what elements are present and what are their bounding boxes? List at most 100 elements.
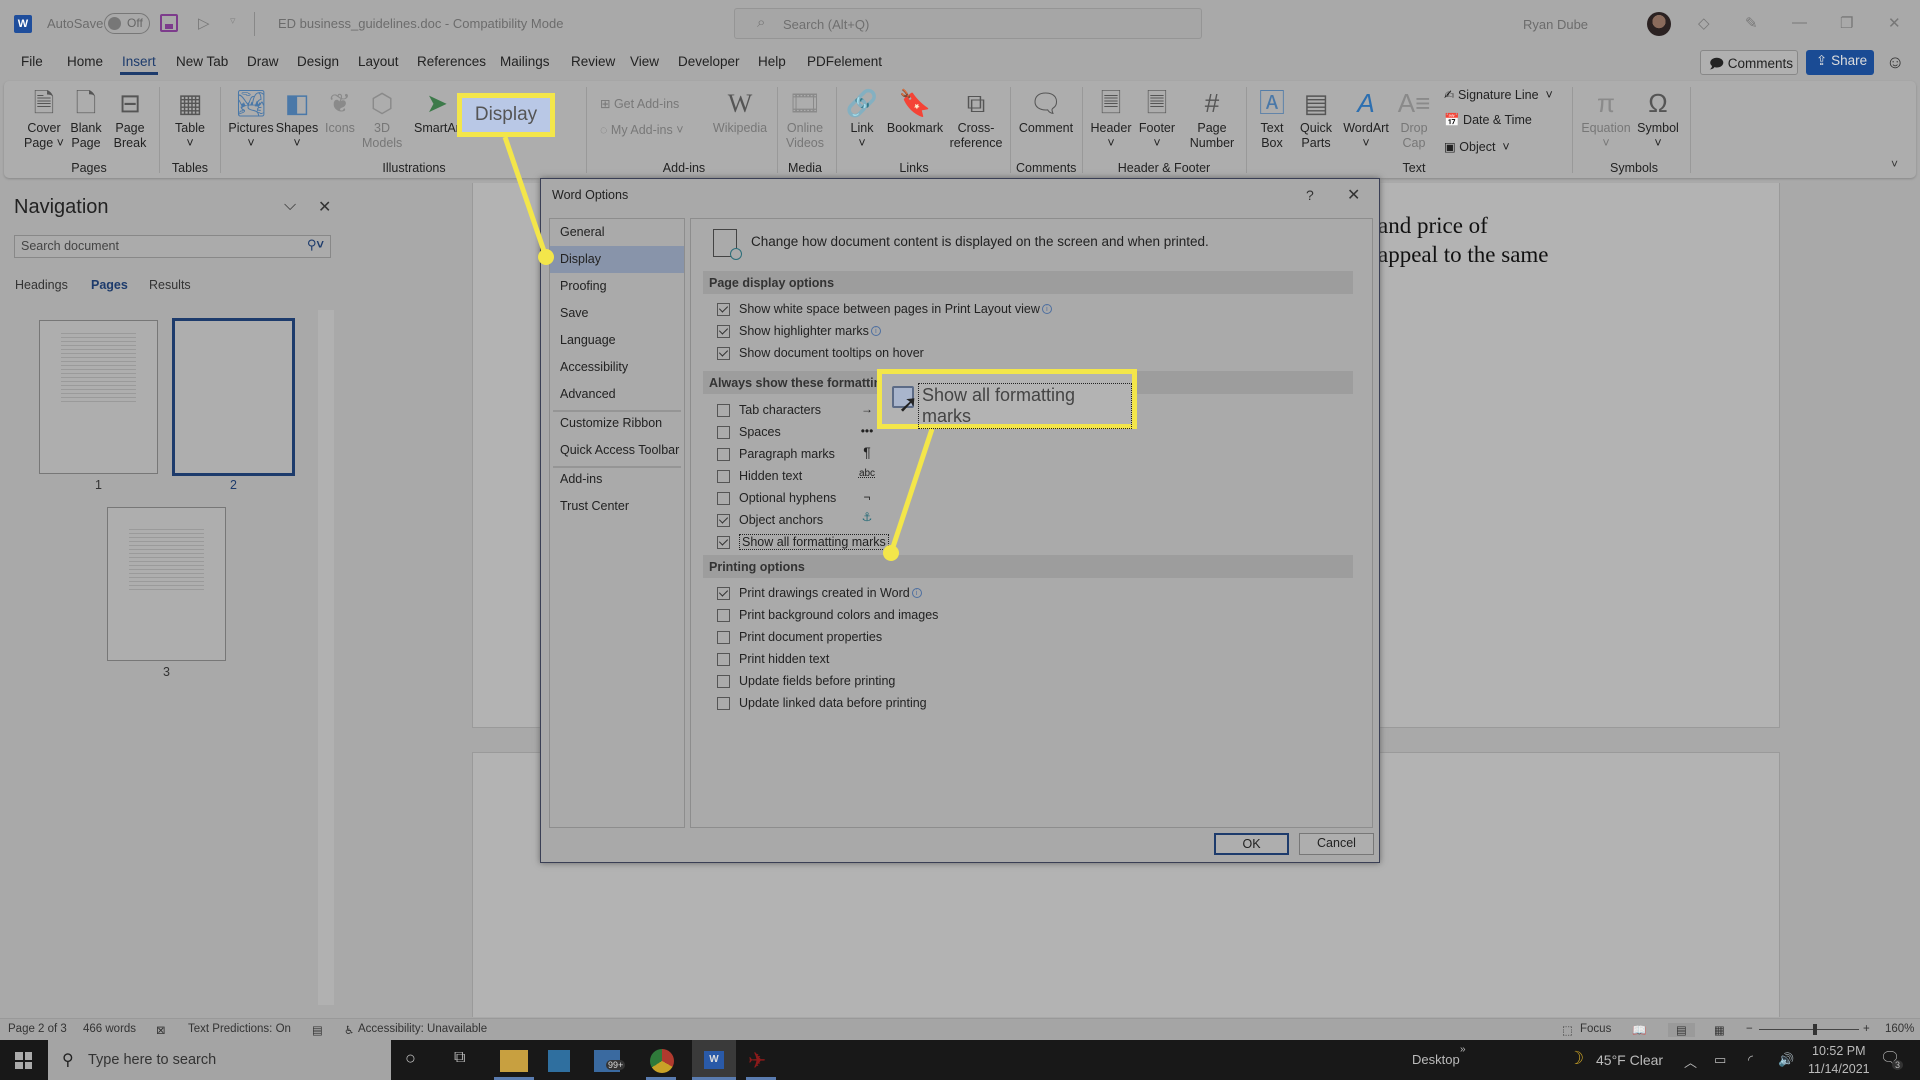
get-addins-button[interactable]: ⊞ Get Add-ins [600,96,679,111]
symbol-button[interactable]: Ω Symbol ˅ [1632,81,1684,151]
option-spaces[interactable]: Spaces [717,424,781,440]
file-explorer-icon[interactable] [500,1050,528,1072]
tab-home[interactable]: Home [67,54,103,69]
option-print-hidden-text[interactable]: Print hidden text [717,651,829,667]
blank-page-button[interactable]: 🗋 Blank Page [64,81,108,151]
zoom-slider[interactable] [1759,1029,1859,1030]
tab-developer[interactable]: Developer [678,54,740,69]
chrome-icon[interactable] [650,1049,674,1073]
comments-button[interactable]: 🗩 Comments [1700,50,1798,75]
print-layout-icon[interactable]: ▤ [1668,1023,1695,1037]
nav-tab-headings[interactable]: Headings [15,278,68,292]
checkbox[interactable] [717,302,730,316]
checkbox[interactable] [717,608,730,622]
web-layout-icon[interactable]: ▦ [1714,1023,1725,1037]
document-text[interactable]: and price of [1378,213,1488,239]
option-object-anchors[interactable]: Object anchors [717,512,823,528]
checkbox[interactable] [717,491,730,505]
tab-view[interactable]: View [630,54,659,69]
user-name[interactable]: Ryan Dube [1523,17,1588,32]
tab-file[interactable]: File [21,54,43,69]
checkbox[interactable] [717,425,730,439]
sidebar-item-general[interactable]: General [550,219,684,246]
tab-references[interactable]: References [417,54,486,69]
wikipedia-button[interactable]: W Wikipedia [710,81,770,136]
help-icon[interactable]: ? [1306,187,1314,203]
sidebar-item-save[interactable]: Save [550,300,684,327]
option-paragraph-marks[interactable]: Paragraph marks [717,446,835,462]
desktop-toolbar[interactable]: Desktop [1412,1052,1460,1067]
autosave-toggle[interactable]: Off [104,13,150,34]
checkbox[interactable] [717,652,730,666]
nav-tab-pages[interactable]: Pages [91,278,128,292]
link-button[interactable]: 🔗 Link ˅ [842,81,882,151]
sidebar-item-language[interactable]: Language [550,327,684,354]
ok-button[interactable]: OK [1214,833,1289,855]
avatar[interactable] [1647,12,1671,36]
search-input[interactable]: ⌕ Search (Alt+Q) [734,8,1202,39]
nav-search-input[interactable]: Search document ⚲˅ [14,235,331,258]
text-box-button[interactable]: 🄰 Text Box [1252,81,1292,151]
present-icon[interactable]: ▷ [198,14,216,32]
focus-mode-button[interactable]: Focus [1580,1023,1611,1035]
macro-icon[interactable]: ▤ [312,1023,323,1037]
footer-button[interactable]: 🗏 Footer ˅ [1134,81,1180,151]
page-break-button[interactable]: ⊟ Page Break [108,81,152,151]
taskbar-search-input[interactable]: ⚲ Type here to search [48,1040,391,1080]
header-button[interactable]: 🗏 Header ˅ [1088,81,1134,151]
option-print-drawings[interactable]: Print drawings created in Word i [717,585,922,601]
proofing-icon[interactable]: ⊠ [156,1023,166,1037]
icons-button[interactable]: ❦ Icons [320,81,360,136]
tab-new-tab[interactable]: New Tab [176,54,228,69]
chevron-right-icon[interactable]: » [1460,1044,1466,1055]
3d-models-button[interactable]: ⬡ 3D Models [362,81,402,151]
clock-date[interactable]: 11/14/2021 [1808,1062,1870,1076]
document-title[interactable]: ED business_guidelines.doc - Compatibili… [278,16,563,31]
new-comment-button[interactable]: 🗨 Comment [1016,81,1076,136]
restore-icon[interactable]: ❐ [1840,14,1853,32]
page-number-button[interactable]: # Page Number [1184,81,1240,151]
close-icon[interactable]: ✕ [1347,185,1360,205]
sidebar-item-accessibility[interactable]: Accessibility [550,354,684,381]
sidebar-item-trust-center[interactable]: Trust Center [550,493,684,520]
sidebar-item-quick-access-toolbar[interactable]: Quick Access Toolbar [550,437,684,464]
checkbox[interactable] [717,696,730,710]
date-time-button[interactable]: 📅 Date & Time [1444,113,1532,128]
option-optional-hyphens[interactable]: Optional hyphens [717,490,836,506]
cover-page-button[interactable]: 🗎 Cover Page ˅ [18,81,70,151]
close-icon[interactable]: ✕ [318,197,331,217]
page-count[interactable]: Page 2 of 3 [8,1023,67,1035]
option-show-white-space[interactable]: Show white space between pages in Print … [717,301,1052,317]
tab-pdfelement[interactable]: PDFelement [807,54,882,69]
shapes-button[interactable]: ◧ Shapes ˅ [274,81,320,151]
smartart-button[interactable]: ➤ SmartArt [414,81,463,136]
cross-reference-button[interactable]: ⧉ Cross-reference [948,81,1004,151]
object-button[interactable]: ▣ Object ˅ [1444,139,1510,154]
tab-review[interactable]: Review [571,54,615,69]
checkbox[interactable] [717,447,730,461]
zoom-out-icon[interactable]: − [1746,1023,1753,1035]
sidebar-item-advanced[interactable]: Advanced [550,381,684,408]
nav-scrollbar[interactable] [318,310,334,1005]
accessibility-status[interactable]: Accessibility: Unavailable [358,1023,487,1035]
windows-start-icon[interactable] [15,1052,32,1069]
option-hidden-text[interactable]: Hidden text [717,468,802,484]
drop-cap-button[interactable]: A≡ Drop Cap [1396,81,1432,151]
page-thumbnail[interactable] [39,320,158,474]
sidebar-item-customize-ribbon[interactable]: Customize Ribbon [550,410,684,437]
battery-icon[interactable]: ▭ [1714,1052,1726,1068]
weather-status[interactable]: 45°F Clear [1596,1052,1663,1068]
mail-icon[interactable]: 99+ [594,1050,626,1072]
document-text[interactable]: appeal to the same [1378,242,1549,268]
feedback-smiley-icon[interactable]: ☺ [1886,52,1904,73]
tab-draw[interactable]: Draw [247,54,279,69]
option-update-fields[interactable]: Update fields before printing [717,673,895,689]
word-count[interactable]: 466 words [83,1023,136,1035]
chevron-down-icon[interactable]: ⌵ [284,197,296,215]
pdf-app-icon[interactable]: ✈ [748,1048,776,1076]
cancel-button[interactable]: Cancel [1299,833,1374,855]
checkbox[interactable] [717,535,730,549]
option-tab-characters[interactable]: Tab characters [717,402,821,418]
minimize-icon[interactable]: — [1792,14,1807,31]
table-button[interactable]: ▦ Table ˅ [166,81,214,151]
